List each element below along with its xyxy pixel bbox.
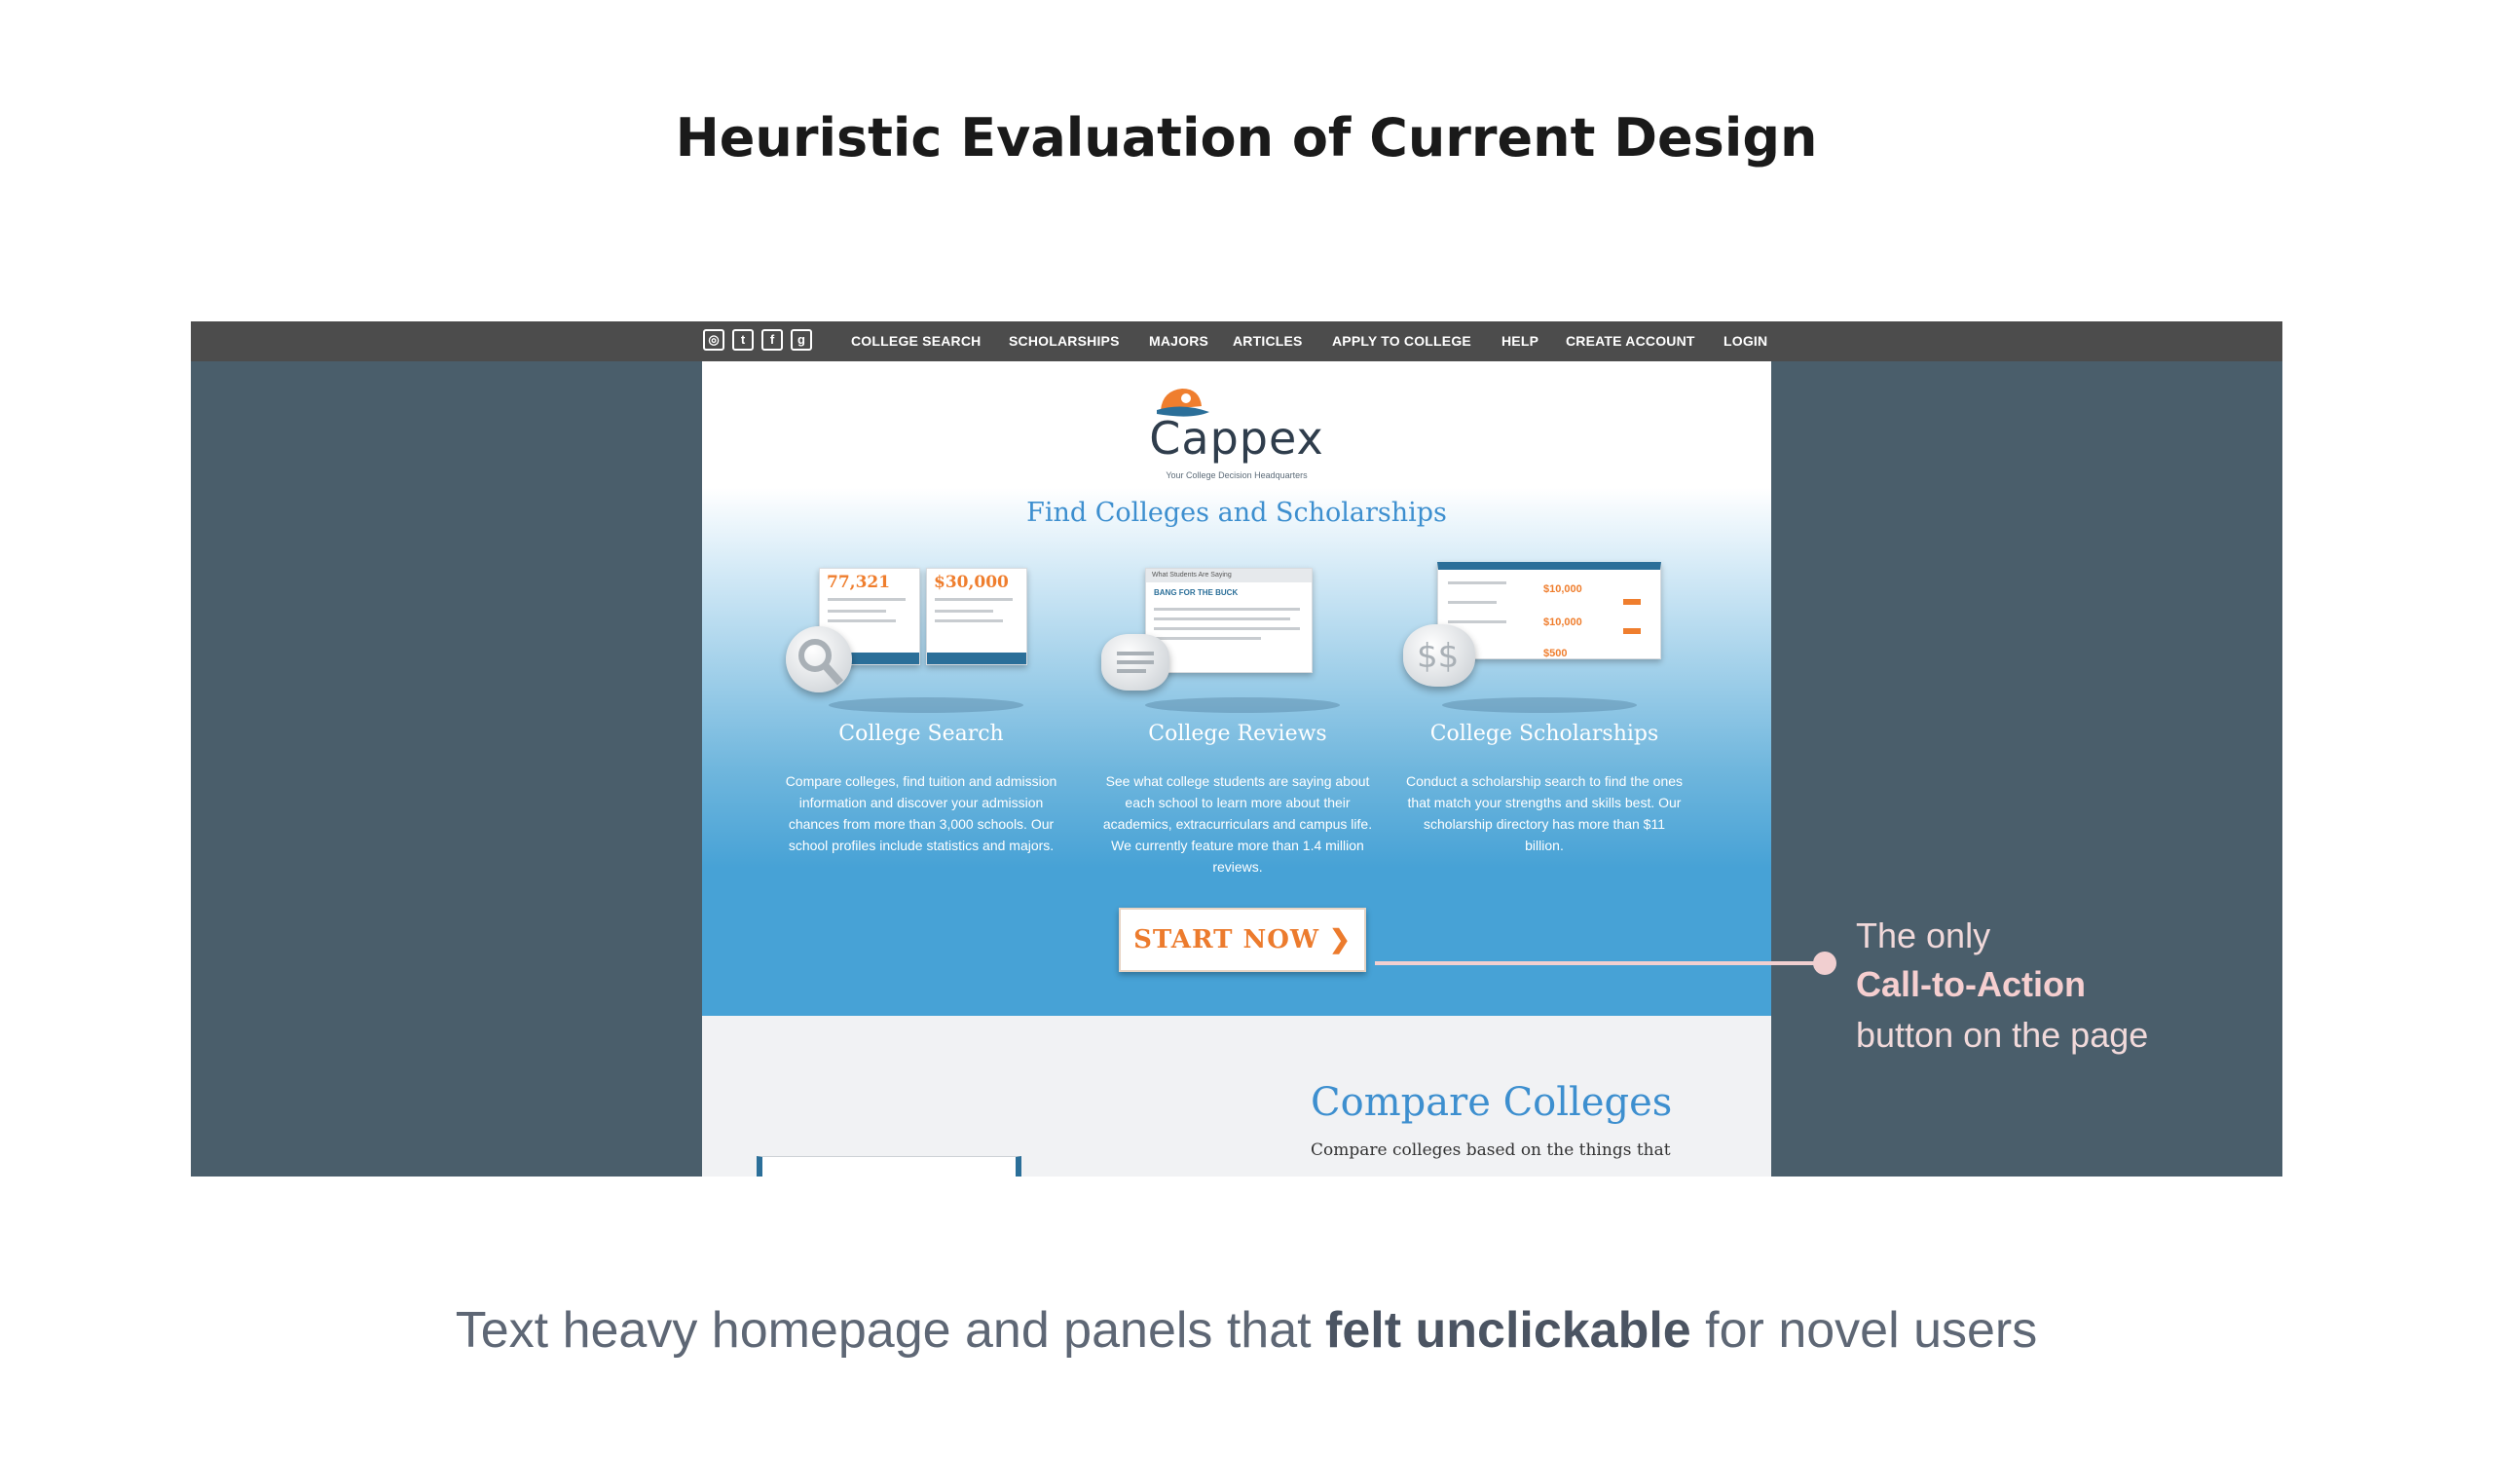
magnifier-icon — [786, 626, 852, 692]
stat-value: $30,000 — [934, 573, 1009, 592]
feature-description: See what college students are saying abo… — [1102, 773, 1373, 875]
annotation-dot — [1813, 952, 1836, 975]
scholarship-amount: $10,000 — [1543, 616, 1582, 628]
facebook-icon[interactable]: f — [761, 329, 783, 351]
stat-card-cost: $30,000 — [926, 568, 1027, 665]
scholarship-amount: $10,000 — [1543, 583, 1582, 595]
annotation-connector — [1375, 961, 1823, 965]
nav-create-account[interactable]: CREATE ACCOUNT — [1566, 333, 1695, 349]
feature-title: College Scholarships — [1429, 722, 1659, 746]
feature-description: Compare colleges, find tuition and admis… — [785, 773, 1057, 853]
google-plus-icon[interactable]: g — [791, 329, 812, 351]
nav-apply-to-college[interactable]: APPLY TO COLLEGE — [1332, 333, 1471, 349]
feature-title: College Search — [838, 722, 1004, 746]
site-tagline: Your College Decision Headquarters — [1166, 470, 1308, 480]
nav-college-search[interactable]: COLLEGE SEARCH — [851, 333, 981, 349]
stat-value: 77,321 — [827, 573, 891, 592]
slide-caption: Text heavy homepage and panels that felt… — [0, 1301, 2493, 1360]
caption-text-start: Text heavy homepage and panels that — [455, 1302, 1326, 1359]
feature-description: Conduct a scholarship search to find the… — [1405, 773, 1684, 853]
nav-majors[interactable]: MAJORS — [1149, 333, 1208, 349]
site-page: Cappex Your College Decision Headquarter… — [702, 361, 1771, 1177]
hero-section: Cappex Your College Decision Headquarter… — [702, 361, 1771, 1016]
nav-articles[interactable]: ARTICLES — [1233, 333, 1303, 349]
money-icon: $$ — [1403, 624, 1475, 687]
reviews-card: What Students Are Saying BANG FOR THE BU… — [1145, 568, 1313, 673]
slide-title: Heuristic Evaluation of Current Design — [675, 107, 1818, 168]
site-logo[interactable]: Cappex — [702, 412, 1771, 465]
nav-help[interactable]: HELP — [1501, 333, 1538, 349]
svg-text:$$: $$ — [1417, 637, 1459, 676]
start-now-button[interactable]: START NOW ❯ — [1119, 908, 1366, 972]
compare-colleges-description: Compare colleges based on the things tha… — [1311, 1140, 1671, 1160]
twitter-icon[interactable]: t — [732, 329, 754, 351]
annotation-line-2: Call-to-Action — [1856, 964, 2086, 1004]
reviews-card-title: BANG FOR THE BUCK — [1154, 588, 1239, 597]
compare-colleges-heading: Compare Colleges — [1311, 1080, 1673, 1125]
scholarship-amount: $500 — [1543, 648, 1568, 659]
annotation-line-3: button on the page — [1856, 1015, 2149, 1055]
speech-bubble-icon — [1101, 634, 1169, 691]
instagram-icon[interactable]: ◎ — [703, 329, 724, 351]
annotation-line-1: The only — [1856, 915, 1991, 955]
caption-emphasis: felt unclickable — [1325, 1302, 1691, 1359]
site-top-nav: ◎ t f g COLLEGE SEARCH SCHOLARSHIPS MAJO… — [191, 321, 2282, 361]
reviews-card-header: What Students Are Saying — [1146, 569, 1312, 582]
caption-text-end: for novel users — [1690, 1302, 2038, 1359]
nav-scholarships[interactable]: SCHOLARSHIPS — [1009, 333, 1120, 349]
feature-title: College Reviews — [1148, 722, 1327, 746]
hero-title: Find Colleges and Scholarships — [1026, 498, 1447, 528]
compare-preview-image — [757, 1156, 1021, 1177]
nav-login[interactable]: LOGIN — [1723, 333, 1767, 349]
